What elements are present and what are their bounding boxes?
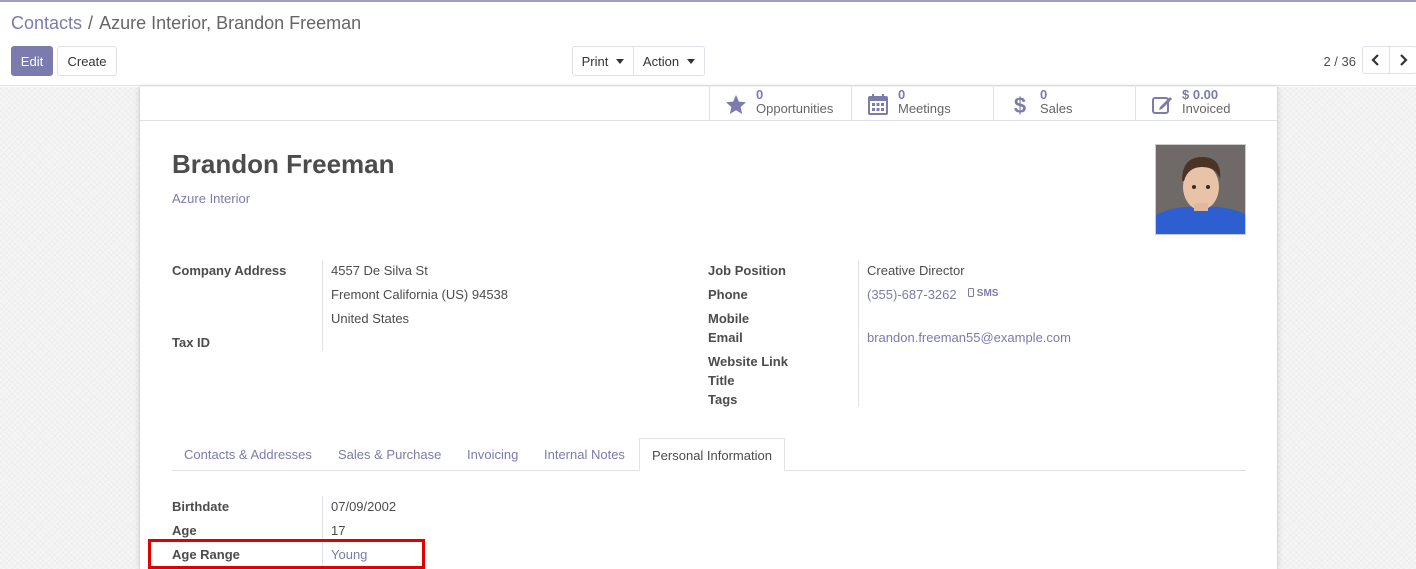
phone-link[interactable]: (355)-687-3262 [867, 287, 957, 302]
invoiced-label: Invoiced [1182, 101, 1231, 116]
sms-label: SMS [976, 288, 999, 299]
field-separator [858, 261, 859, 407]
tax-id-label: Tax ID [172, 335, 211, 350]
tab-invoicing[interactable]: Invoicing [455, 438, 530, 471]
create-button[interactable]: Create [57, 46, 117, 76]
tab-personal-information[interactable]: Personal Information [639, 438, 785, 471]
form-sheet: 0 Opportunities 0 Meetings $ 0 Sales $ 0… [139, 87, 1278, 569]
age-label: Age [172, 523, 197, 538]
avatar-image [1156, 145, 1245, 234]
pager-value: 2 / 36 [1323, 54, 1356, 69]
address-country: United States [331, 311, 410, 326]
sales-stat-button[interactable]: $ 0 Sales [993, 87, 1136, 120]
breadcrumb-contacts-link[interactable]: Contacts [11, 13, 82, 33]
contact-name: Brandon Freeman [172, 149, 395, 179]
mobile-label: Mobile [708, 311, 750, 326]
title-label: Title [708, 373, 735, 388]
print-label: Print [581, 53, 609, 69]
caret-down-icon [687, 58, 696, 64]
star-icon [726, 95, 746, 114]
sales-label: Sales [1040, 101, 1073, 116]
action-label: Action [642, 53, 680, 69]
address-street: 4557 De Silva St [331, 263, 428, 278]
avatar[interactable] [1155, 144, 1246, 235]
website-link-label: Website Link [708, 354, 788, 369]
edit-button[interactable]: Edit [11, 46, 53, 76]
sales-count: 0 [1040, 87, 1048, 102]
breadcrumb: Contacts / Azure Interior, Brandon Freeman [11, 13, 361, 34]
mobile-icon [968, 288, 974, 297]
meetings-label: Meetings [898, 101, 951, 116]
invoiced-stat-button[interactable]: $ 0.00 Invoiced [1135, 87, 1278, 120]
print-dropdown-button[interactable]: Print [572, 46, 634, 76]
invoiced-amount: $ 0.00 [1182, 87, 1219, 102]
pager-previous-button[interactable] [1362, 46, 1390, 74]
birthdate-value: 07/09/2002 [331, 499, 397, 514]
opportunities-count: 0 [756, 87, 764, 102]
company-address-label: Company Address [172, 263, 287, 278]
smart-button-box: 0 Opportunities 0 Meetings $ 0 Sales $ 0… [140, 87, 1277, 121]
sms-button[interactable]: SMS [968, 288, 998, 299]
tab-contacts-addresses[interactable]: Contacts & Addresses [172, 438, 324, 471]
dollar-icon: $ [1014, 93, 1026, 117]
opportunities-stat-button[interactable]: 0 Opportunities [709, 87, 852, 120]
svg-text:$: $ [1014, 93, 1026, 117]
job-position-value: Creative Director [867, 263, 965, 278]
calendar-icon [868, 94, 888, 115]
tab-sales-purchase[interactable]: Sales & Purchase [326, 438, 453, 471]
opportunities-label: Opportunities [756, 101, 834, 116]
phone-label: Phone [708, 287, 748, 302]
notebook-tabs: Contacts & Addresses Sales & Purchase In… [172, 438, 1246, 471]
age-range-highlight-box [148, 539, 425, 569]
tab-internal-notes[interactable]: Internal Notes [532, 438, 637, 471]
meetings-count: 0 [898, 87, 906, 102]
pager-next-button[interactable] [1389, 46, 1416, 74]
field-separator [322, 261, 323, 351]
edit-icon [1152, 97, 1172, 114]
chevron-right-icon [1400, 54, 1408, 66]
age-value: 17 [331, 523, 346, 538]
tags-label: Tags [708, 392, 738, 407]
breadcrumb-separator: / [88, 13, 94, 33]
birthdate-label: Birthdate [172, 499, 230, 514]
caret-down-icon [616, 58, 625, 64]
chevron-left-icon [1371, 54, 1379, 66]
address-city-state-zip: Fremont California (US) 94538 [331, 287, 509, 302]
email-link[interactable]: brandon.freeman55@example.com [867, 330, 1071, 345]
email-label: Email [708, 330, 743, 345]
breadcrumb-current: Azure Interior, Brandon Freeman [99, 13, 362, 33]
action-dropdown-button[interactable]: Action [633, 46, 705, 76]
company-link[interactable]: Azure Interior [172, 191, 250, 206]
control-panel: Contacts / Azure Interior, Brandon Freeman… [0, 2, 1416, 86]
meetings-stat-button[interactable]: 0 Meetings [851, 87, 994, 120]
job-position-label: Job Position [708, 263, 786, 278]
